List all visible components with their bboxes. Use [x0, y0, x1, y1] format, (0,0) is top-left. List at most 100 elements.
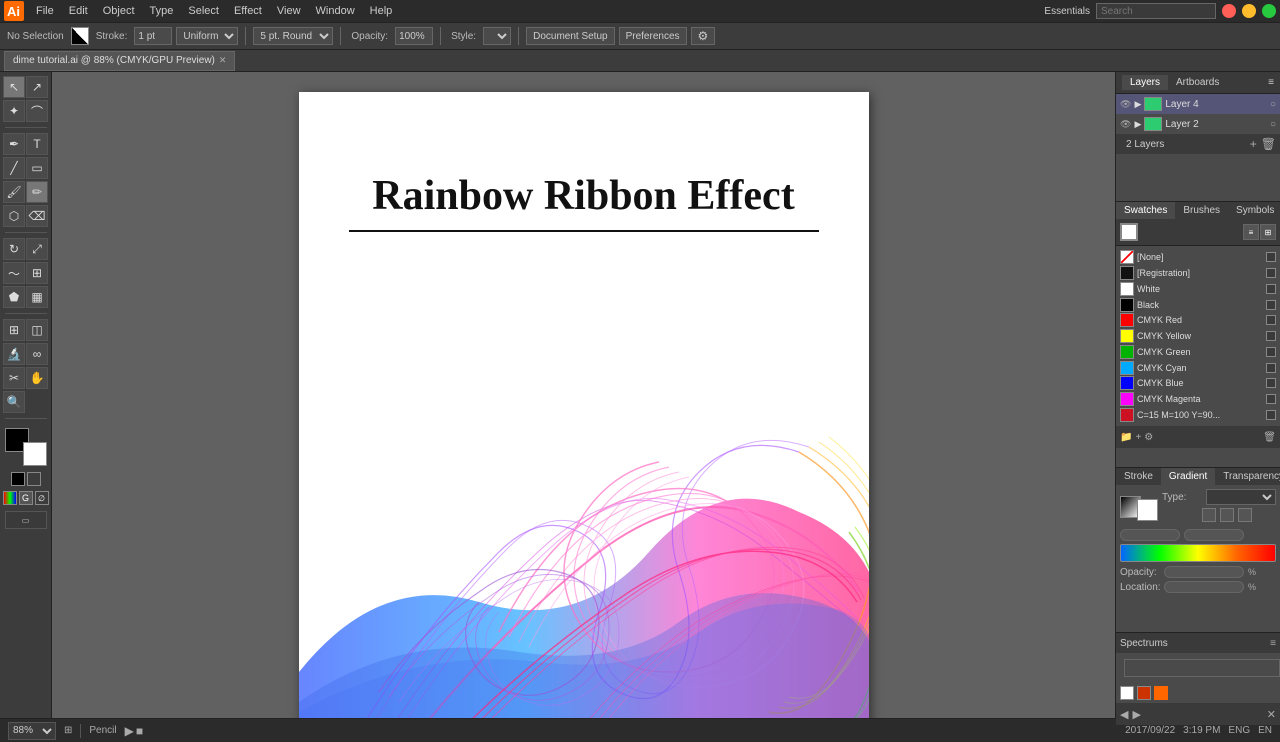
line-tool[interactable]: ╱	[3, 157, 25, 179]
menu-edit[interactable]: Edit	[62, 3, 95, 19]
swatch-cmyk-magenta[interactable]: CMYK Magenta	[1120, 392, 1276, 407]
tab-swatches[interactable]: Swatches	[1116, 202, 1175, 219]
lasso-tool[interactable]: ⌒	[26, 100, 48, 122]
menu-help[interactable]: Help	[363, 3, 400, 19]
grad-angle-slider[interactable]	[1120, 529, 1180, 541]
rotate-tool[interactable]: ↻	[3, 238, 25, 260]
search-input[interactable]	[1096, 3, 1216, 19]
tab-layers[interactable]: Layers	[1122, 75, 1168, 90]
new-swatch-btn[interactable]	[1120, 223, 1138, 241]
warp-tool[interactable]: 〜	[3, 262, 25, 284]
grad-location-slider[interactable]	[1164, 581, 1244, 593]
spectrums-collapse-btn[interactable]: ≡	[1270, 638, 1276, 649]
layer-2-visibility[interactable]: 👁	[1120, 119, 1131, 130]
document-tab[interactable]: dime tutorial.ai @ 88% (CMYK/GPU Preview…	[4, 51, 235, 71]
spectrums-search[interactable]	[1124, 659, 1280, 677]
blend-tool[interactable]: ∞	[26, 343, 48, 365]
close-btn[interactable]	[1222, 4, 1236, 18]
swatch-cmyk-cyan[interactable]: CMYK Cyan	[1120, 360, 1276, 375]
stroke-color-swatch[interactable]	[71, 27, 89, 45]
eraser-tool[interactable]: ⌫	[26, 205, 48, 227]
spectrums-next-btn[interactable]: ▶	[1132, 708, 1140, 721]
gradient-tool[interactable]: ◫	[26, 319, 48, 341]
none-btn[interactable]: ∅	[35, 491, 49, 505]
blob-brush-tool[interactable]: ⬡	[3, 205, 25, 227]
swatch-cmyk-green[interactable]: CMYK Green	[1120, 344, 1276, 359]
tab-brushes[interactable]: Brushes	[1175, 202, 1228, 219]
weight-select[interactable]: 5 pt. Round	[253, 27, 333, 45]
gradient-btn[interactable]: G	[19, 491, 33, 505]
tab-gradient[interactable]: Gradient	[1161, 468, 1215, 485]
gradient-bar[interactable]	[1120, 544, 1276, 562]
spec-color-2[interactable]	[1137, 686, 1151, 700]
pen-tool[interactable]: ✒	[3, 133, 25, 155]
free-transform-tool[interactable]: ⊞	[26, 262, 48, 284]
doc-tab-close-btn[interactable]: ✕	[219, 55, 227, 66]
maximize-btn[interactable]	[1262, 4, 1276, 18]
swatch-cmyk-yellow[interactable]: CMYK Yellow	[1120, 329, 1276, 344]
spectrums-prev-btn[interactable]: ◀	[1120, 708, 1128, 721]
scissors-tool[interactable]: ✂	[3, 367, 25, 389]
extra-btn[interactable]: ⚙	[691, 27, 716, 45]
tab-artboards[interactable]: Artboards	[1168, 75, 1227, 90]
spectrums-close-btn[interactable]: ✕	[1267, 708, 1276, 721]
preferences-btn[interactable]: Preferences	[619, 27, 687, 45]
hand-tool[interactable]: ✋	[26, 367, 48, 389]
shape-tool[interactable]: ▭	[26, 157, 48, 179]
stop-btn[interactable]: ■	[136, 724, 143, 738]
direct-selection-tool[interactable]: ↗	[26, 76, 48, 98]
delete-layer-btn[interactable]: 🗑	[1261, 137, 1276, 151]
background-color[interactable]	[23, 442, 47, 466]
swatch-list-view[interactable]: ≡	[1243, 224, 1259, 240]
menu-effect[interactable]: Effect	[227, 3, 269, 19]
menu-type[interactable]: Type	[143, 3, 181, 19]
stroke-value[interactable]	[134, 27, 172, 45]
type-tool[interactable]: T	[26, 133, 48, 155]
stroke-type-select[interactable]: Uniform	[176, 27, 238, 45]
grad-stroke-btn-3[interactable]	[1238, 508, 1252, 522]
menu-view[interactable]: View	[270, 3, 308, 19]
delete-swatch-btn[interactable]: 🗑	[1263, 432, 1276, 443]
zoom-select[interactable]: 88% 100%	[8, 722, 56, 740]
layer-4-visibility[interactable]: 👁	[1120, 99, 1131, 110]
pencil-tool[interactable]: ✏	[26, 181, 48, 203]
selection-tool[interactable]: ↖	[3, 76, 25, 98]
swatch-cmyk-red[interactable]: CMYK Red	[1120, 313, 1276, 328]
color-selector[interactable]	[5, 428, 47, 466]
tab-stroke[interactable]: Stroke	[1116, 468, 1161, 485]
paintbrush-tool[interactable]: 🖌	[3, 181, 25, 203]
gradient-bg-swatch[interactable]	[1137, 499, 1158, 521]
menu-select[interactable]: Select	[181, 3, 226, 19]
swatch-cmyk-blue[interactable]: CMYK Blue	[1120, 376, 1276, 391]
layer-2-lock[interactable]: ○	[1270, 119, 1276, 130]
swatch-registration[interactable]: [Registration]	[1120, 266, 1276, 281]
spec-color-1[interactable]	[1120, 686, 1134, 700]
swatch-grid-view[interactable]: ⊞	[1260, 224, 1276, 240]
new-swatch-footer-btn[interactable]: +	[1135, 432, 1141, 443]
opacity-input[interactable]	[395, 27, 433, 45]
color-mode-btn[interactable]	[3, 491, 17, 505]
swatch-options-btn[interactable]: ⚙	[1144, 432, 1153, 443]
scale-tool[interactable]: ⤢	[26, 238, 48, 260]
layer-4-lock[interactable]: ○	[1270, 99, 1276, 110]
canvas-area[interactable]: Rainbow Ribbon Effect	[52, 72, 1115, 718]
column-graph-tool[interactable]: ▦	[26, 286, 48, 308]
menu-file[interactable]: File	[29, 3, 61, 19]
fill-indicator[interactable]	[11, 472, 25, 486]
tab-transparency[interactable]: Transparency	[1215, 468, 1280, 485]
symbol-tool[interactable]: ⬟	[3, 286, 25, 308]
stroke-indicator[interactable]	[27, 472, 41, 486]
grad-scale-slider[interactable]	[1184, 529, 1244, 541]
menu-window[interactable]: Window	[309, 3, 362, 19]
tab-symbols[interactable]: Symbols	[1228, 202, 1280, 219]
swatch-black[interactable]: Black	[1120, 297, 1276, 312]
grad-opacity-slider[interactable]	[1164, 566, 1244, 578]
eyedropper-tool[interactable]: 🔬	[3, 343, 25, 365]
grad-stroke-btn-1[interactable]	[1202, 508, 1216, 522]
play-btn[interactable]: ▶	[125, 724, 134, 738]
swatch-white[interactable]: White	[1120, 281, 1276, 296]
minimize-btn[interactable]	[1242, 4, 1256, 18]
art-style-btn[interactable]: ▭	[5, 511, 47, 529]
mesh-tool[interactable]: ⊞	[3, 319, 25, 341]
swatch-custom[interactable]: C=15 M=100 Y=90...	[1120, 407, 1276, 422]
